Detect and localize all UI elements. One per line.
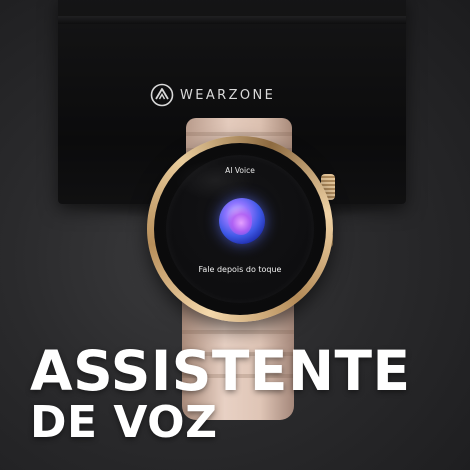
screen-subtitle: Fale depois do toque <box>198 265 282 274</box>
orb-swirl <box>228 205 252 235</box>
brand-name: WEARZONE <box>180 87 276 103</box>
wearzone-logo-icon <box>150 83 174 107</box>
screen-title: AI Voice <box>225 166 255 175</box>
headline-line-1: ASSISTENTE <box>30 339 411 403</box>
box-lid-edge <box>58 16 406 24</box>
headline-line-2: DE VOZ <box>30 397 218 448</box>
product-photo: WEARZONE AI Voice Fale depois do toque A… <box>0 0 470 470</box>
brand-logo: WEARZONE <box>150 83 275 107</box>
